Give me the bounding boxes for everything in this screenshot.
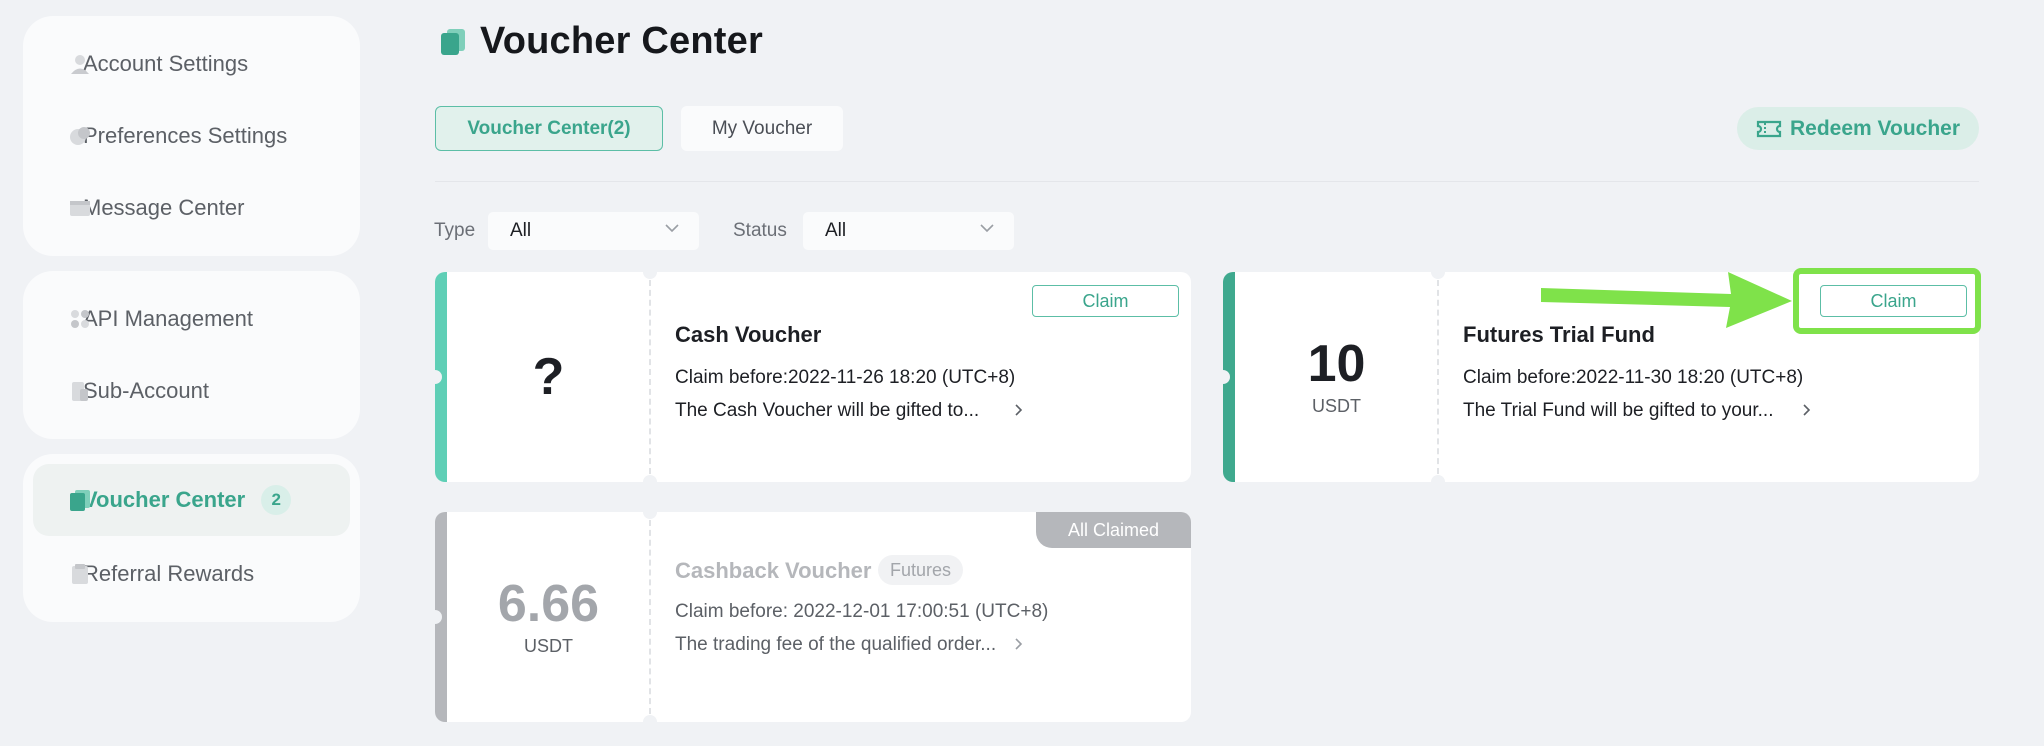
voucher-claim-before: Claim before:2022-11-26 18:20 (UTC+8) xyxy=(675,367,1016,388)
tab-my-voucher[interactable]: My Voucher xyxy=(681,106,843,151)
all-claimed-badge: All Claimed xyxy=(1036,512,1191,548)
tab-voucher-center[interactable]: Voucher Center(2) xyxy=(435,106,663,151)
sidebar-item-label: API Management xyxy=(83,306,253,331)
sidebar-item-account-settings[interactable]: Account Settings xyxy=(33,28,350,100)
preferences-icon xyxy=(70,127,90,145)
referral-icon xyxy=(72,564,88,584)
voucher-amount-value: 10 xyxy=(1307,334,1366,393)
chevron-right-icon[interactable] xyxy=(1801,404,1813,416)
claim-button[interactable]: Claim xyxy=(1820,285,1967,317)
voucher-card-cashback: 6.66 USDT All Claimed Cashback Voucher F… xyxy=(435,512,1191,722)
sidebar-item-sub-account[interactable]: Sub-Account xyxy=(33,355,350,427)
header-divider xyxy=(435,181,1979,182)
status-filter-select[interactable]: All xyxy=(803,212,1014,250)
sidebar-item-preferences-settings[interactable]: Preferences Settings xyxy=(33,100,350,172)
sidebar-item-label: Referral Rewards xyxy=(83,561,255,586)
sidebar-item-referral-rewards[interactable]: Referral Rewards xyxy=(33,538,350,610)
type-filter-value: All xyxy=(510,220,532,241)
claim-button[interactable]: Claim xyxy=(1032,285,1179,317)
voucher-tag: Futures xyxy=(878,555,964,585)
redeem-voucher-label: Redeem Voucher xyxy=(1790,116,1960,140)
voucher-amount: ? xyxy=(447,272,650,482)
chevron-right-icon[interactable] xyxy=(1013,638,1025,650)
sidebar-item-label: Preferences Settings xyxy=(83,123,288,148)
voucher-count-badge: 2 xyxy=(261,485,292,515)
voucher-amount: 10 USDT xyxy=(1235,272,1438,482)
redeem-voucher-button[interactable]: Redeem Voucher xyxy=(1737,107,1979,150)
sidebar-group-rewards: Voucher Center 2 Referral Rewards xyxy=(23,454,360,622)
page-header: Voucher Center xyxy=(440,20,763,63)
sidebar-item-label: Account Settings xyxy=(83,51,249,76)
sub-account-icon xyxy=(72,382,88,401)
voucher-card-cash: ? Claim Cash Voucher Claim before:2022-1… xyxy=(435,272,1191,482)
voucher-title: Futures Trial Fund xyxy=(1463,322,1655,347)
page-title: Voucher Center xyxy=(480,20,763,62)
sidebar-item-api-management[interactable]: API Management xyxy=(33,283,350,355)
sidebar-item-voucher-center[interactable]: Voucher Center 2 xyxy=(33,464,350,536)
sidebar-item-label: Voucher Center xyxy=(83,487,246,512)
api-icon xyxy=(71,310,89,328)
type-filter-select[interactable]: All xyxy=(488,212,699,250)
message-icon xyxy=(70,201,90,216)
status-filter-value: All xyxy=(825,220,847,241)
chevron-down-icon xyxy=(665,224,679,233)
voucher-amount: 6.66 USDT xyxy=(447,512,650,722)
sidebar-group-account: Account Settings Preferences Settings Me… xyxy=(23,16,360,256)
voucher-amount-value: ? xyxy=(532,348,565,406)
chevron-down-icon xyxy=(980,224,994,233)
chevron-right-icon[interactable] xyxy=(1013,404,1025,416)
sidebar-item-label: Sub-Account xyxy=(83,378,209,403)
voucher-description: The Trial Fund will be gifted to your... xyxy=(1463,400,1774,421)
voucher-card-futures-trial: 10 USDT Claim Futures Trial Fund Claim b… xyxy=(1223,272,1979,482)
voucher-claim-before: Claim before: 2022-12-01 17:00:51 (UTC+8… xyxy=(675,601,1049,622)
voucher-icon xyxy=(441,28,465,55)
voucher-icon xyxy=(70,490,90,511)
voucher-title: Cash Voucher xyxy=(675,322,822,347)
voucher-description: The Cash Voucher will be gifted to... xyxy=(675,400,980,421)
sidebar-group-api: API Management Sub-Account xyxy=(23,271,360,439)
sidebar-item-message-center[interactable]: Message Center xyxy=(33,172,350,244)
sidebar-item-label: Message Center xyxy=(83,195,245,220)
voucher-amount-value: 6.66 xyxy=(497,574,600,633)
voucher-amount-unit: USDT xyxy=(524,635,573,656)
voucher-title: Cashback Voucher xyxy=(675,558,872,583)
type-filter-label: Type xyxy=(434,220,476,241)
user-icon xyxy=(71,55,89,74)
ticket-icon xyxy=(1756,120,1782,137)
status-filter-label: Status xyxy=(733,220,787,241)
voucher-claim-before: Claim before:2022-11-30 18:20 (UTC+8) xyxy=(1463,367,1804,388)
voucher-amount-unit: USDT xyxy=(1312,395,1361,416)
voucher-description: The trading fee of the qualified order..… xyxy=(675,634,997,655)
